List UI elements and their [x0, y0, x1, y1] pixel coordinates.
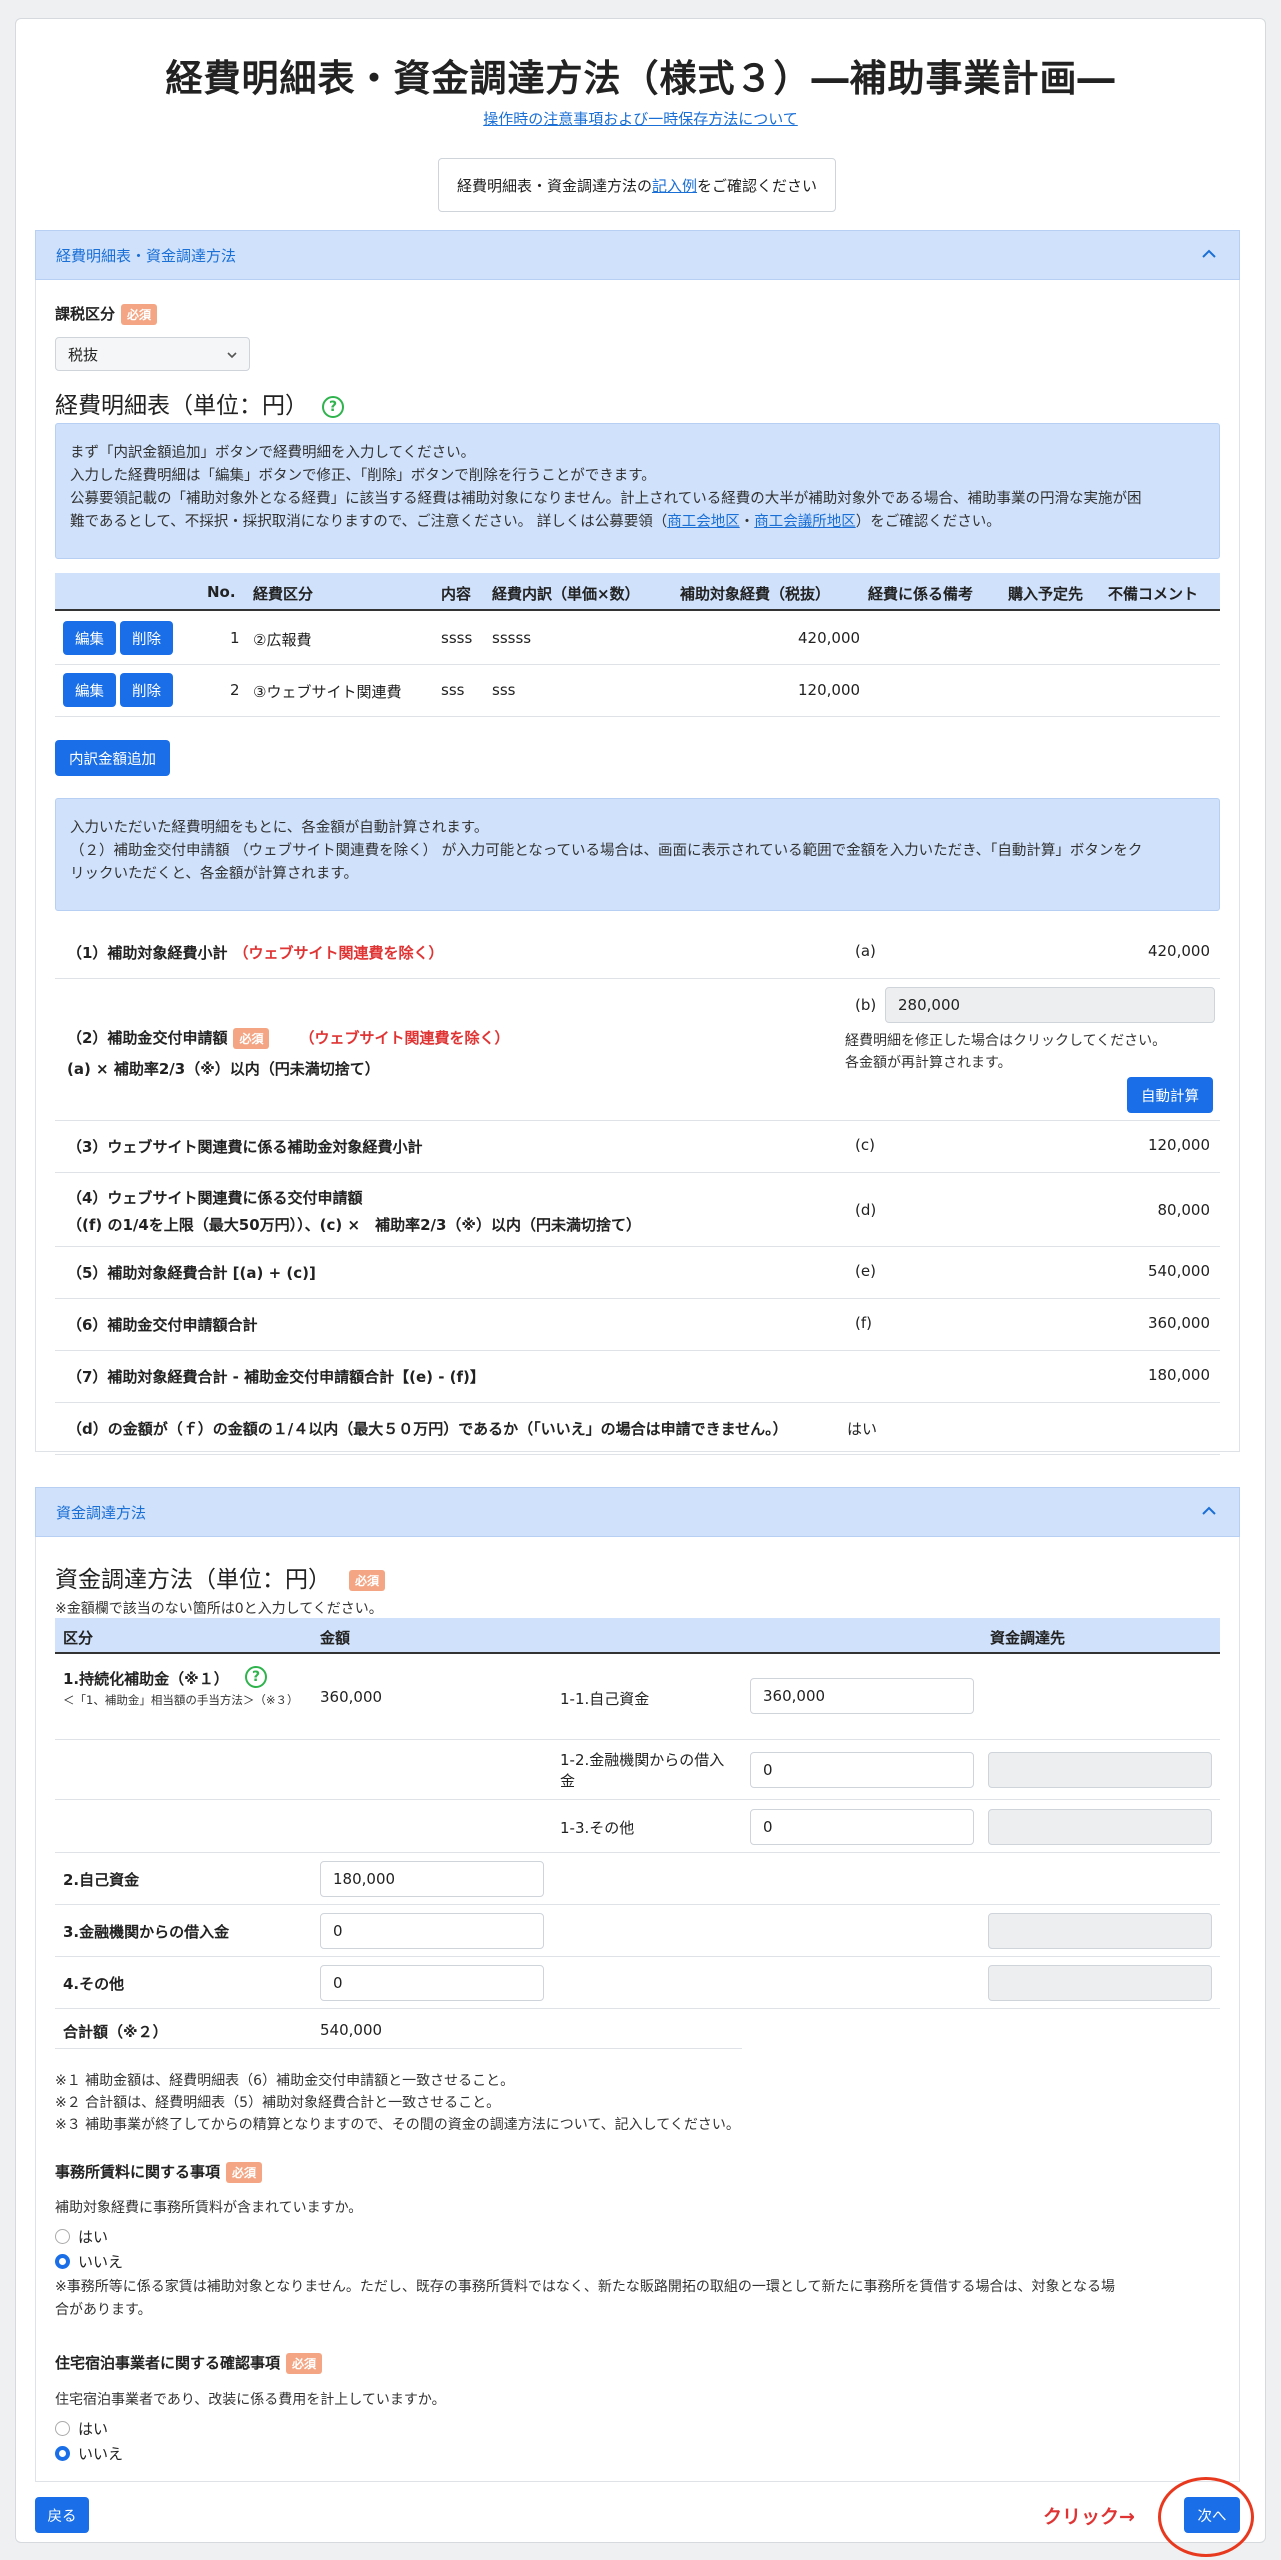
expense-table-header: No. 経費区分 内容 経費内訳（単価×数） 補助対象経費（税抜） 経費に係る備… — [55, 573, 1220, 611]
funding-footnotes: ※１ 補助金額は、経費明細表（6）補助金交付申請額と一致させること。 ※２ 合計… — [55, 2073, 740, 2133]
self-fund-input[interactable]: 360,000 — [750, 1678, 974, 1714]
required-badge: 必須 — [349, 1570, 386, 1591]
required-badge: 必須 — [286, 2353, 323, 2374]
funding-row-loan: 3.金融機関からの借入金 0 — [55, 1905, 1220, 1957]
delete-button[interactable]: 削除 — [120, 621, 173, 655]
funding-row-total: 合計額（※２） 540,000 — [55, 2009, 742, 2049]
help-icon[interactable]: ? — [245, 1666, 267, 1688]
other-source-main-input[interactable] — [988, 1965, 1212, 2001]
calc-row-4: （4）ウェブサイト関連費に係る交付申請額 （(f) の1/4を上限（最大50万円… — [55, 1173, 1220, 1247]
edit-button[interactable]: 編集 — [63, 673, 116, 707]
notice-text-pre: 経費明細表・資金調達方法の — [456, 176, 652, 195]
funding-row-subsidy: 1.持続化補助金（※１） ? ＜「1、補助金」相当額の手当方法＞（※３） 360… — [55, 1656, 1220, 1740]
section-expense-title: 経費明細表・資金調達方法 — [56, 246, 237, 265]
calc-info-box: 入力いただいた経費明細をもとに、各金額が自動計算されます。 （２）補助金交付申請… — [55, 798, 1220, 911]
loan-source-main-input[interactable] — [988, 1913, 1212, 1949]
help-link[interactable]: 操作時の注意事項および一時保存方法について — [0, 108, 1281, 129]
calc-row-7: （7）補助対象経費合計 - 補助金交付申請額合計【(e) - (f)】 180,… — [55, 1351, 1220, 1403]
edit-button[interactable]: 編集 — [63, 621, 116, 655]
funding-row-other-sub: 1-3.その他 0 — [55, 1800, 1220, 1853]
chevron-up-icon — [1202, 249, 1216, 258]
expense-table-title: 経費明細表（単位：円）? — [55, 386, 344, 420]
loan-input[interactable]: 0 — [320, 1913, 544, 1949]
section-funding-header[interactable]: 資金調達方法 — [35, 1487, 1240, 1537]
page-title: 経費明細表・資金調達方法（様式３）―補助事業計画― — [165, 57, 1116, 100]
other-sub-input[interactable]: 0 — [750, 1809, 974, 1845]
required-badge: 必須 — [121, 304, 158, 325]
delete-button[interactable]: 削除 — [120, 673, 173, 707]
table-row: 編集 削除 2 ③ウェブサイト関連費 sss sss 120,000 — [55, 665, 1220, 717]
other-source-input[interactable] — [988, 1809, 1212, 1845]
tax-label: 課税区分 必須 — [55, 303, 158, 325]
example-notice: 経費明細表・資金調達方法の 記入例 をご確認ください — [438, 158, 836, 212]
self-capital-input[interactable]: 180,000 — [320, 1861, 544, 1897]
calc-row-6: （6）補助金交付申請額合計 (f) 360,000 — [55, 1299, 1220, 1351]
calc-row-2: （2）補助金交付申請額 必須 （ウェブサイト関連費を除く） (a) × 補助率2/3… — [55, 979, 1220, 1121]
link-shokokai[interactable]: 商工会地区 — [667, 514, 740, 530]
funding-row-self: 2.自己資金 180,000 — [55, 1853, 1220, 1905]
other-input[interactable]: 0 — [320, 1965, 544, 2001]
funding-table-header: 区分 金額 資金調達先 — [55, 1618, 1220, 1654]
funding-row-other: 4.その他 0 — [55, 1957, 1220, 2009]
loan-sub-input[interactable]: 0 — [750, 1752, 974, 1788]
section-expense-header[interactable]: 経費明細表・資金調達方法 — [35, 230, 1240, 280]
calc-row-1: （1）補助対象経費小計 （ウェブサイト関連費を除く） (a) 420,000 — [55, 927, 1220, 979]
expense-info-box: まず「内訳金額追加」ボタンで経費明細を入力してください。 入力した経費明細は「編… — [55, 423, 1220, 559]
funding-note: ※金額欄で該当のない箇所は0と入力してください。 — [55, 1601, 383, 1617]
notice-text-post: をご確認ください — [697, 176, 818, 195]
office-rent-question: 補助対象経費に事務所賃料が含まれていますか。 — [55, 2200, 363, 2216]
calc-row-5: （5）補助対象経費合計 [(a) + (c)] (e) 540,000 — [55, 1247, 1220, 1299]
chevron-up-icon — [1202, 1506, 1216, 1515]
funding-row-loan-sub: 1-2.金融機関からの借入金 0 — [55, 1740, 1220, 1800]
required-badge: 必須 — [233, 1028, 270, 1049]
tax-select[interactable]: 税抜 — [55, 337, 250, 371]
office-rent-note: ※事務所等に係る家賃は補助対象となりません。ただし、既存の事務所賃料ではなく、新… — [55, 2279, 1116, 2318]
calc-row-8: （d）の金額が（ｆ）の金額の１/４以内（最大５０万円）であるか（「いいえ」の場合… — [55, 1403, 1220, 1455]
lodging-yes-radio[interactable]: はい — [55, 2418, 108, 2439]
back-button[interactable]: 戻る — [35, 2497, 89, 2533]
office-rent-yes-radio[interactable]: はい — [55, 2226, 108, 2247]
office-rent-no-radio[interactable]: いいえ — [55, 2251, 123, 2272]
link-shokokaigisho[interactable]: 商工会議所地区 — [754, 514, 856, 530]
lodging-question: 住宅宿泊事業者であり、改装に係る費用を計上していますか。 — [55, 2392, 446, 2408]
tax-select-value: 税抜 — [68, 345, 99, 364]
calc-row-3: （3）ウェブサイト関連費に係る補助金対象経費小計 (c) 120,000 — [55, 1121, 1220, 1173]
help-icon[interactable]: ? — [322, 395, 344, 418]
funding-title: 資金調達方法（単位：円） 必須 — [55, 1560, 386, 1594]
example-link[interactable]: 記入例 — [652, 175, 697, 196]
loan-source-input[interactable] — [988, 1752, 1212, 1788]
lodging-no-radio[interactable]: いいえ — [55, 2443, 123, 2464]
subsidy-amount-input[interactable]: 280,000 — [885, 987, 1215, 1023]
chevron-down-icon — [227, 352, 237, 359]
click-annotation: クリック→ — [1043, 2506, 1135, 2528]
section-funding-title: 資金調達方法 — [56, 1503, 147, 1522]
lodging-title: 住宅宿泊事業者に関する確認事項 必須 — [55, 2352, 323, 2374]
table-row: 編集 削除 1 ②広報費 ssss sssss 420,000 — [55, 613, 1220, 665]
required-badge: 必須 — [226, 2162, 263, 2183]
office-rent-title: 事務所賃料に関する事項 必須 — [55, 2161, 263, 2183]
auto-calc-button[interactable]: 自動計算 — [1127, 1077, 1213, 1113]
highlight-circle — [1158, 2477, 1254, 2557]
add-breakdown-button[interactable]: 内訳金額追加 — [55, 740, 170, 776]
